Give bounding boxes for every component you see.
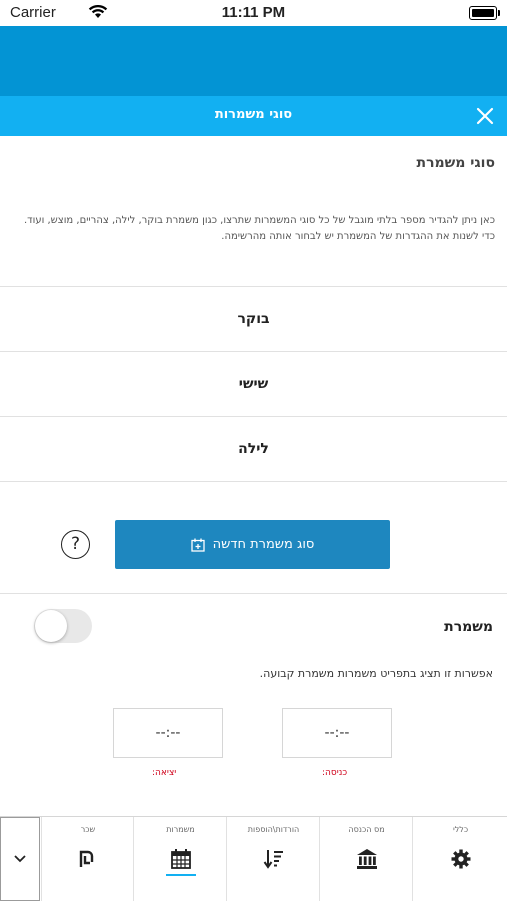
shift-type-night[interactable]: לילה (0, 416, 507, 482)
tab-deductions-label: הורדות\הוספות (247, 825, 300, 834)
shekel-icon (79, 850, 94, 867)
tab-deductions-additions[interactable]: הורדות\הוספות (226, 817, 320, 901)
nav-bar-background (0, 26, 507, 96)
bank-icon (356, 849, 377, 869)
active-tab-indicator (165, 874, 196, 876)
tab-bar: שכר משמרות הורדות\הוספות מס הכנסה כללי (0, 816, 507, 901)
chevron-down-icon (14, 855, 26, 863)
tab-income-tax[interactable]: מס הכנסה (319, 817, 413, 901)
tab-general[interactable]: כללי (412, 817, 507, 901)
gear-icon (451, 849, 470, 869)
shift-toggle[interactable] (34, 609, 92, 643)
entry-time-label: כניסה: (322, 768, 348, 778)
tab-shifts[interactable]: משמרות (133, 817, 227, 901)
title-bar: סוגי משמרות (0, 96, 507, 136)
exit-time-field[interactable]: --:-- (113, 708, 223, 758)
close-icon[interactable] (473, 104, 497, 128)
exit-time-label: יציאה: (152, 768, 177, 778)
tab-general-label: כללי (452, 825, 469, 834)
shift-types-list: בוקר שישי לילה (0, 286, 507, 482)
collapse-tabbar-button[interactable] (0, 817, 40, 901)
sort-icon (263, 850, 283, 869)
shift-type-friday[interactable]: שישי (0, 351, 507, 416)
calendar-icon (170, 849, 191, 869)
tab-income-tax-label: מס הכנסה (348, 825, 385, 834)
toggle-knob (35, 610, 67, 642)
tab-shifts-label: משמרות (166, 825, 195, 834)
shift-toggle-description: אפשרות זו תציג בתפריט משמרות משמרת קבועה… (259, 667, 493, 680)
page-title: סוגי משמרות (214, 107, 293, 122)
status-bar: Carrier 11:11 PM (0, 0, 507, 26)
new-shift-button-label: סוג משמרת חדשה (212, 537, 315, 552)
tab-salary[interactable]: שכר (41, 817, 134, 901)
new-shift-type-button[interactable]: סוג משמרת חדשה (115, 520, 390, 569)
entry-time-field[interactable]: --:-- (282, 708, 392, 758)
divider (0, 593, 507, 594)
section-title: סוגי משמרת (416, 155, 495, 171)
tab-salary-label: שכר (80, 825, 96, 834)
shift-type-morning[interactable]: בוקר (0, 286, 507, 351)
battery-icon (469, 6, 500, 20)
section-description: כאן ניתן להגדיר מספר בלתי מוגבל של כל סו… (22, 213, 495, 245)
help-button[interactable]: ? (61, 530, 90, 559)
clock: 11:11 PM (221, 4, 286, 21)
shift-toggle-label: משמרת (444, 619, 493, 635)
description-line-2: כדי לשנות את ההגדרות של המשמרת יש לבחור … (221, 231, 495, 242)
description-line-1: כאן ניתן להגדיר מספר בלתי מוגבל של כל סו… (23, 215, 495, 226)
calendar-add-icon (191, 538, 205, 552)
